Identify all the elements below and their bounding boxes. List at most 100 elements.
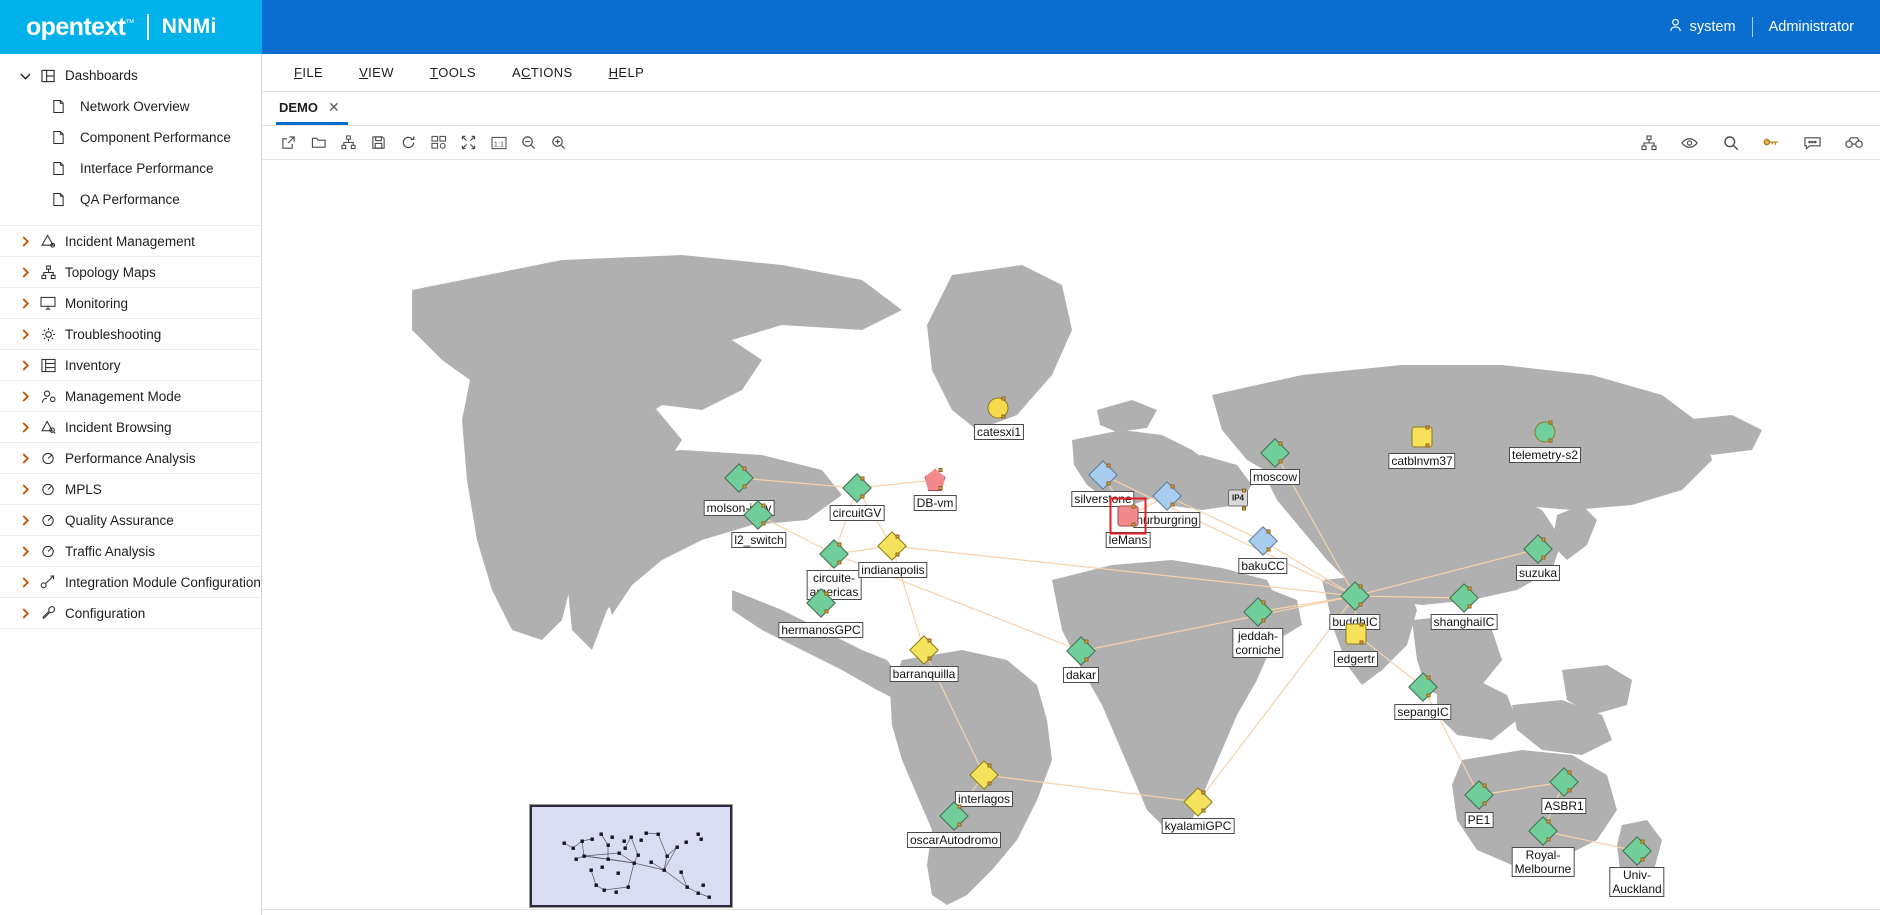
node-shape-diamond[interactable]: [909, 635, 939, 665]
node-shape-diamond[interactable]: [1152, 481, 1182, 511]
menu-tools[interactable]: T OOLS: [412, 54, 494, 92]
map-node-buddhIC[interactable]: [1340, 581, 1370, 611]
topology-map-canvas[interactable]: molson-indy l2_switch circuitGV DB-vm circui…: [262, 160, 1880, 915]
node-shape-diamond[interactable]: [819, 539, 849, 569]
node-shape-diamond[interactable]: [969, 760, 999, 790]
node-shape-diamond[interactable]: [1183, 787, 1213, 817]
chevron-right-icon[interactable]: [14, 514, 36, 526]
current-user[interactable]: system: [1668, 17, 1736, 37]
node-shape-diamond[interactable]: [1528, 816, 1558, 846]
sidebar-item-dashboards[interactable]: Dashboards: [0, 60, 261, 91]
node-shape-diamond[interactable]: [1340, 581, 1370, 611]
layout-icon[interactable]: [426, 130, 451, 155]
node-shape-diamond[interactable]: [1549, 767, 1579, 797]
node-shape-diamond[interactable]: [1243, 597, 1273, 627]
menu-view[interactable]: V IEW: [341, 54, 412, 92]
menu-actions[interactable]: A C TIONS: [494, 54, 591, 92]
map-node-Univ-Auckland[interactable]: [1622, 836, 1652, 866]
chevron-right-icon[interactable]: [14, 297, 36, 309]
map-node-circuitGV[interactable]: [842, 473, 872, 503]
map-node-indianapolis[interactable]: [877, 531, 907, 561]
map-node-catblnvm37[interactable]: [1411, 425, 1433, 448]
map-node-moscow[interactable]: [1260, 438, 1290, 468]
fit-screen-icon[interactable]: [456, 130, 481, 155]
zoom-in-icon[interactable]: [546, 130, 571, 155]
node-shape-diamond[interactable]: [877, 531, 907, 561]
chevron-down-icon[interactable]: [14, 72, 36, 80]
node-shape-diamond[interactable]: [939, 801, 969, 831]
sidebar-item-mpls[interactable]: MPLS: [0, 474, 261, 505]
map-node-sepangIC[interactable]: [1408, 672, 1438, 702]
map-node-barranquilla[interactable]: [909, 635, 939, 665]
chevron-right-icon[interactable]: [14, 328, 36, 340]
binoculars-icon[interactable]: [1841, 130, 1866, 155]
map-node-DB-vm[interactable]: [924, 468, 946, 491]
map-node-telemetry-s2[interactable]: [1534, 420, 1556, 443]
chevron-right-icon[interactable]: [14, 545, 36, 557]
application-menubar[interactable]: F ILE V IEW T OOLS A C TIONS H ELP: [262, 54, 1880, 92]
open-external-icon[interactable]: [276, 130, 301, 155]
save-icon[interactable]: [366, 130, 391, 155]
map-node-interlagos[interactable]: [969, 760, 999, 790]
node-shape-diamond[interactable]: [1622, 836, 1652, 866]
zoom-out-icon[interactable]: [516, 130, 541, 155]
topology-icon[interactable]: [336, 130, 361, 155]
map-node-shanghaiIC[interactable]: [1449, 583, 1479, 613]
sidebar-item-incident-browsing[interactable]: Incident Browsing: [0, 412, 261, 443]
folder-open-icon[interactable]: [306, 130, 331, 155]
key-icon[interactable]: [1759, 130, 1784, 155]
node-shape-diamond[interactable]: [1523, 534, 1553, 564]
map-node-circuite-americas[interactable]: [819, 539, 849, 569]
sidebar-item-quality-assurance[interactable]: Quality Assurance: [0, 505, 261, 536]
sidebar-item-inventory[interactable]: Inventory: [0, 350, 261, 381]
map-node-edgertr[interactable]: [1345, 622, 1367, 645]
menu-file[interactable]: F ILE: [276, 54, 341, 92]
map-node-IP4[interactable]: IP4: [1228, 488, 1248, 511]
sidebar-item-monitoring[interactable]: Monitoring: [0, 288, 261, 319]
sidebar-item-troubleshooting[interactable]: Troubleshooting: [0, 319, 261, 350]
eye-icon[interactable]: [1677, 130, 1702, 155]
map-node-jeddah-corniche[interactable]: [1243, 597, 1273, 627]
chevron-right-icon[interactable]: [14, 452, 36, 464]
sidebar-item-incident-management[interactable]: Incident Management: [0, 226, 261, 257]
node-shape-diamond[interactable]: [806, 588, 836, 618]
sidebar-item-network-overview[interactable]: Network Overview: [0, 91, 261, 122]
node-shape-diamond[interactable]: [724, 463, 754, 493]
node-shape-diamond[interactable]: [1408, 672, 1438, 702]
sidebar-item-topology-maps[interactable]: Topology Maps: [0, 257, 261, 288]
overview-minimap[interactable]: [529, 804, 733, 908]
chevron-right-icon[interactable]: [14, 235, 36, 247]
sidebar-item-configuration[interactable]: Configuration: [0, 598, 261, 629]
map-node-hermanosGPC[interactable]: [806, 588, 836, 618]
chevron-right-icon[interactable]: [14, 266, 36, 278]
sidebar-item-management-mode[interactable]: Management Mode: [0, 381, 261, 412]
map-node-molson-indy[interactable]: [724, 463, 754, 493]
chevron-right-icon[interactable]: [14, 607, 36, 619]
map-node-oscarAutodromo[interactable]: [939, 801, 969, 831]
node-shape-diamond[interactable]: [743, 500, 773, 530]
left-navigation-sidebar[interactable]: Dashboards Network Overview Component Per…: [0, 54, 262, 915]
search-icon[interactable]: [1718, 130, 1743, 155]
map-node-suzuka[interactable]: [1523, 534, 1553, 564]
map-toolbar[interactable]: 1:1: [262, 126, 1880, 160]
node-shape-diamond[interactable]: [1066, 636, 1096, 666]
tab-demo[interactable]: DEMO ✕: [276, 92, 348, 125]
map-node-PE1[interactable]: [1464, 780, 1494, 810]
menu-help[interactable]: H ELP: [591, 54, 663, 92]
topology-icon[interactable]: [1636, 130, 1661, 155]
node-shape-diamond[interactable]: [1088, 460, 1118, 490]
refresh-icon[interactable]: [396, 130, 421, 155]
sidebar-item-integration-module-configuration[interactable]: Integration Module Configuration: [0, 567, 261, 598]
map-node-catesxi1[interactable]: [987, 396, 1009, 419]
map-node-silverstone[interactable]: [1088, 460, 1118, 490]
sidebar-item-component-performance[interactable]: Component Performance: [0, 122, 261, 153]
chevron-right-icon[interactable]: [14, 421, 36, 433]
node-shape-diamond[interactable]: [842, 473, 872, 503]
node-shape-diamond[interactable]: [1464, 780, 1494, 810]
map-node-nurburgring[interactable]: [1152, 481, 1182, 511]
comment-icon[interactable]: [1800, 130, 1825, 155]
map-node-Royal-Melbourne[interactable]: [1528, 816, 1558, 846]
zoom-actual-icon[interactable]: 1:1: [486, 130, 511, 155]
sidebar-item-interface-performance[interactable]: Interface Performance: [0, 153, 261, 184]
node-shape-diamond[interactable]: [1449, 583, 1479, 613]
